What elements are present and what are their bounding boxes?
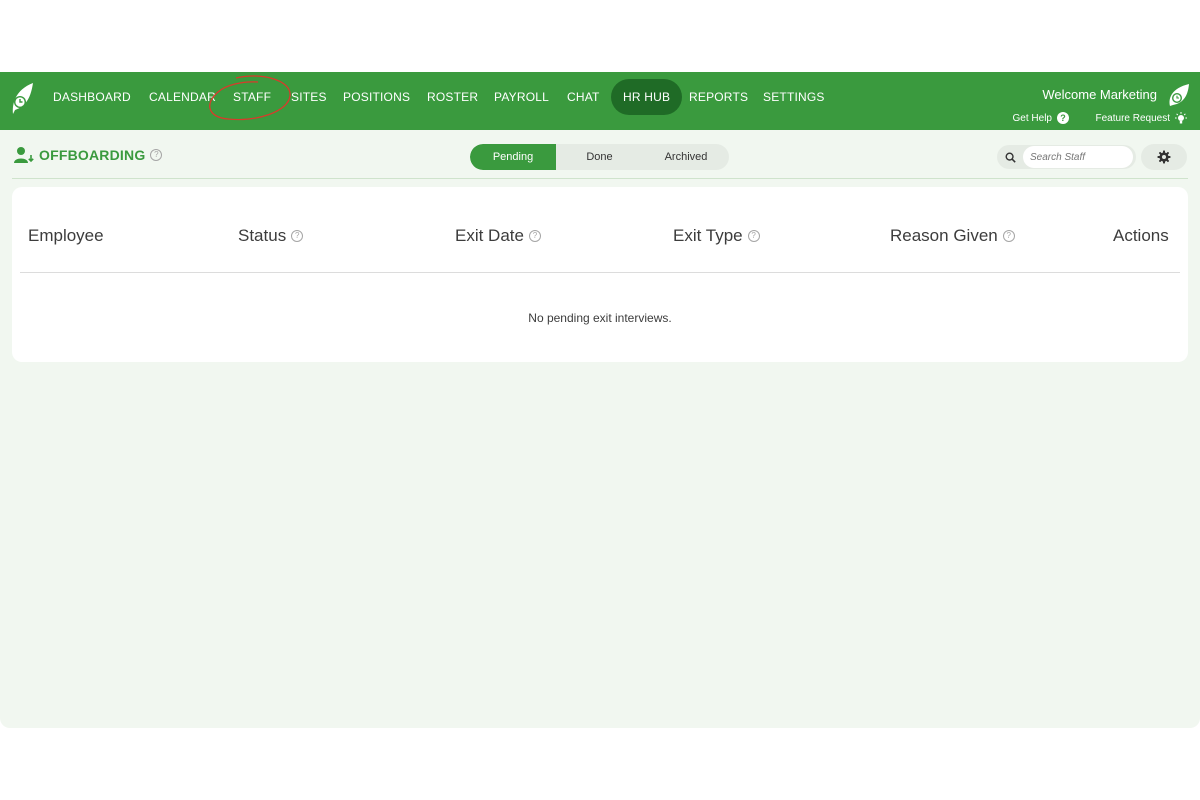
get-help-link[interactable]: Get Help ?	[1013, 112, 1069, 124]
exit-date-info-icon[interactable]: ?	[528, 230, 541, 242]
get-help-label: Get Help	[1012, 112, 1052, 124]
column-actions: Actions	[1113, 226, 1169, 246]
search-box	[997, 145, 1136, 169]
header-divider	[12, 178, 1188, 179]
column-exit-date[interactable]: Exit Date ?	[455, 226, 541, 246]
reason-info-icon[interactable]: ?	[1002, 230, 1015, 242]
nav-reports[interactable]: REPORTS	[689, 79, 748, 115]
nav-roster[interactable]: ROSTER	[427, 79, 478, 115]
top-nav: DASHBOARD CALENDAR STAFF SITES POSITIONS…	[0, 72, 1200, 130]
nav-calendar[interactable]: CALENDAR	[149, 79, 216, 115]
nav-staff[interactable]: STAFF	[233, 79, 271, 115]
column-employee[interactable]: Employee	[28, 226, 104, 246]
status-info-icon[interactable]: ?	[291, 230, 304, 242]
welcome-text: Welcome Marketing	[1042, 87, 1157, 102]
search-icon	[997, 151, 1023, 163]
gear-icon	[1157, 150, 1171, 164]
lightbulb-icon	[1175, 112, 1187, 124]
nav-dashboard[interactable]: DASHBOARD	[53, 79, 131, 115]
search-input[interactable]	[1023, 146, 1133, 168]
settings-button[interactable]	[1141, 144, 1187, 170]
nav-hr-hub[interactable]: HR HUB	[611, 79, 683, 115]
column-label: Reason Given	[890, 226, 998, 245]
offboarding-table: Employee Status ? Exit Date ? Exit Type …	[12, 187, 1188, 362]
column-reason-given[interactable]: Reason Given ?	[890, 226, 1015, 246]
nav-sites[interactable]: SITES	[291, 79, 327, 115]
feature-request-label: Feature Request	[1095, 113, 1171, 124]
empty-state-message: No pending exit interviews.	[528, 311, 672, 325]
user-offboard-icon	[14, 147, 34, 163]
page-title: OFFBOARDING ?	[14, 146, 163, 164]
column-label: Actions	[1113, 226, 1169, 245]
status-tabs: Pending Done Archived	[470, 144, 729, 170]
tab-archived[interactable]: Archived	[643, 144, 729, 170]
user-avatar-icon[interactable]	[1165, 82, 1191, 108]
column-label: Employee	[28, 226, 104, 245]
nav-positions[interactable]: POSITIONS	[343, 79, 410, 115]
tab-pending[interactable]: Pending	[470, 144, 556, 170]
nav-payroll[interactable]: PAYROLL	[494, 79, 549, 115]
title-info-icon[interactable]: ?	[150, 149, 163, 161]
help-question-icon: ?	[1057, 112, 1069, 124]
column-label: Exit Type	[673, 226, 743, 245]
exit-type-info-icon[interactable]: ?	[747, 230, 760, 242]
nav-chat[interactable]: CHAT	[567, 79, 600, 115]
column-label: Exit Date	[455, 226, 524, 245]
app-logo-icon[interactable]	[7, 80, 35, 116]
feature-request-link[interactable]: Feature Request	[1096, 112, 1189, 125]
app-window: DASHBOARD CALENDAR STAFF SITES POSITIONS…	[0, 72, 1200, 728]
page-title-text: OFFBOARDING	[39, 147, 146, 163]
column-status[interactable]: Status ?	[238, 226, 304, 246]
table-header-divider	[20, 272, 1180, 273]
column-label: Status	[238, 226, 287, 245]
tab-done[interactable]: Done	[556, 144, 643, 170]
column-exit-type[interactable]: Exit Type ?	[673, 226, 760, 246]
nav-settings[interactable]: SETTINGS	[763, 79, 825, 115]
